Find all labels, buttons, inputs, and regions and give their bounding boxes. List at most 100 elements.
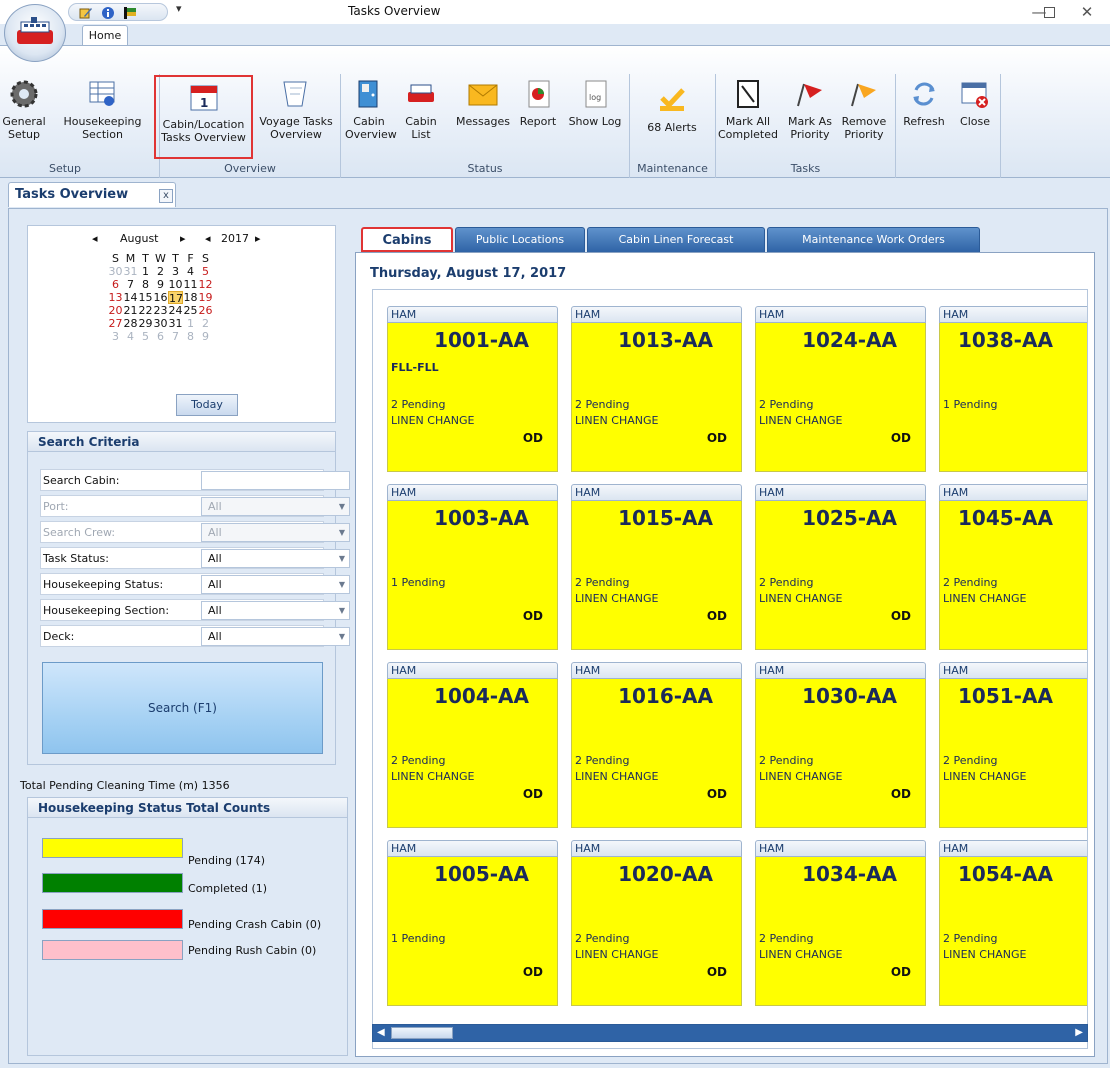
cabin-card[interactable]: HAM 1030-AA 2 Pending LINEN CHANGE OD — [755, 662, 926, 828]
calendar-day[interactable]: 3 — [108, 330, 123, 343]
refresh-button[interactable]: Refresh — [900, 78, 948, 128]
calendar-day[interactable]: 9 — [153, 278, 168, 291]
cabin-card[interactable]: HAM 1005-AA 1 Pending OD — [387, 840, 558, 1006]
calendar-day[interactable]: 9 — [198, 330, 213, 343]
calendar-day[interactable]: 7 — [168, 330, 183, 343]
calendar-day-selected[interactable]: 17 — [168, 291, 183, 305]
messages-button[interactable]: Messages — [453, 78, 513, 128]
calendar-day[interactable]: 28 — [123, 317, 138, 330]
calendar-day[interactable]: 29 — [138, 317, 153, 330]
calendar-day[interactable]: 6 — [153, 330, 168, 343]
close-window-button[interactable]: ✕ — [1064, 0, 1110, 24]
cabin-card[interactable]: HAM 1003-AA 1 Pending OD — [387, 484, 558, 650]
calendar-day[interactable]: 2 — [153, 265, 168, 278]
tab-tasks-overview[interactable]: Tasks Overview x — [8, 182, 176, 207]
calendar-day[interactable]: 30 — [153, 317, 168, 330]
cabin-card[interactable]: HAM 1020-AA 2 Pending LINEN CHANGE OD — [571, 840, 742, 1006]
calendar-day[interactable]: 1 — [183, 317, 198, 330]
prev-month-icon[interactable]: ◂ — [92, 232, 98, 245]
calendar-day[interactable]: 14 — [123, 291, 138, 304]
calendar-day[interactable]: 15 — [138, 291, 153, 304]
calendar-day[interactable]: 5 — [198, 265, 213, 278]
scrollbar-thumb[interactable] — [391, 1027, 453, 1039]
general-setup-button[interactable]: General Setup — [0, 78, 48, 141]
calendar-day[interactable]: 3 — [168, 265, 183, 278]
calendar-day[interactable]: 21 — [123, 304, 138, 317]
cabin-overview-button[interactable]: Cabin Overview — [345, 78, 397, 141]
calendar-day[interactable]: 26 — [198, 304, 213, 317]
calendar-day[interactable]: 5 — [138, 330, 153, 343]
calendar-day[interactable]: 23 — [153, 304, 168, 317]
cabin-card[interactable]: HAM 1004-AA 2 Pending LINEN CHANGE OD — [387, 662, 558, 828]
close-button[interactable]: Close — [952, 78, 998, 128]
report-button[interactable]: Report — [514, 78, 562, 128]
cabin-card[interactable]: HAM 1016-AA 2 Pending LINEN CHANGE OD — [571, 662, 742, 828]
edit-icon[interactable] — [79, 6, 93, 20]
calendar-day[interactable]: 8 — [183, 330, 198, 343]
app-menu-button[interactable] — [4, 4, 66, 62]
tab-home[interactable]: Home — [82, 25, 128, 47]
calendar-day[interactable]: 2 — [198, 317, 213, 330]
voyage-tasks-overview-button[interactable]: Voyage Tasks Overview — [256, 78, 336, 141]
cabin-list-button[interactable]: Cabin List — [401, 78, 441, 141]
cabin-location-tasks-overview-button[interactable]: 1 Cabin/Location Tasks Overview — [154, 75, 253, 159]
search-cabin-input[interactable] — [201, 471, 350, 490]
alerts-button[interactable]: 68 Alerts — [638, 84, 706, 134]
cabin-card[interactable]: HAM 1034-AA 2 Pending LINEN CHANGE OD — [755, 840, 926, 1006]
cabin-card[interactable]: HAM 1045-AA 2 Pending LINEN CHANGE — [939, 484, 1087, 650]
next-month-icon[interactable]: ▸ — [180, 232, 186, 245]
next-year-icon[interactable]: ▸ — [255, 232, 261, 245]
tab-close-icon[interactable]: x — [159, 189, 173, 203]
calendar-day[interactable]: 7 — [123, 278, 138, 291]
calendar-day[interactable]: 11 — [183, 278, 198, 291]
task-status-select[interactable]: All ▼ — [201, 549, 350, 568]
calendar-day[interactable]: 10 — [168, 278, 183, 291]
calendar-day[interactable]: 22 — [138, 304, 153, 317]
tab-maintenance-work-orders[interactable]: Maintenance Work Orders — [767, 227, 980, 252]
deck-select[interactable]: All ▼ — [201, 627, 350, 646]
calendar-day[interactable]: 13 — [108, 291, 123, 304]
housekeeping-status-select[interactable]: All ▼ — [201, 575, 350, 594]
cabin-card[interactable]: HAM 1025-AA 2 Pending LINEN CHANGE OD — [755, 484, 926, 650]
cabin-card[interactable]: HAM 1054-AA 2 Pending LINEN CHANGE — [939, 840, 1087, 1006]
calendar-day[interactable]: 30 — [108, 265, 123, 278]
today-button[interactable]: Today — [176, 394, 238, 416]
info-icon[interactable] — [101, 6, 115, 20]
calendar-day[interactable]: 27 — [108, 317, 123, 330]
cabin-card[interactable]: HAM 1013-AA 2 Pending LINEN CHANGE OD — [571, 306, 742, 472]
tab-cabin-linen-forecast[interactable]: Cabin Linen Forecast — [587, 227, 765, 252]
mark-as-priority-button[interactable]: Mark As Priority — [784, 78, 836, 141]
calendar-day[interactable]: 24 — [168, 304, 183, 317]
tab-cabins[interactable]: Cabins — [361, 227, 453, 252]
housekeeping-section-button[interactable]: Housekeeping Section — [50, 78, 155, 141]
cabin-card[interactable]: HAM 1038-AA 1 Pending — [939, 306, 1087, 472]
calendar-day[interactable]: 6 — [108, 278, 123, 291]
calendar-day[interactable]: 8 — [138, 278, 153, 291]
calendar-day[interactable]: 12 — [198, 278, 213, 291]
cabin-card[interactable]: HAM 1024-AA 2 Pending LINEN CHANGE OD — [755, 306, 926, 472]
calendar-day[interactable]: 4 — [183, 265, 198, 278]
flag-icon[interactable] — [123, 6, 137, 20]
calendar-day[interactable]: 16 — [153, 291, 168, 304]
calendar-day[interactable]: 18 — [183, 291, 198, 304]
search-button[interactable]: Search (F1) — [42, 662, 323, 754]
calendar-day[interactable]: 31 — [123, 265, 138, 278]
calendar-day[interactable]: 19 — [198, 291, 213, 304]
mark-all-completed-button[interactable]: Mark All Completed — [716, 78, 780, 141]
calendar-day[interactable]: 31 — [168, 317, 183, 330]
housekeeping-section-select[interactable]: All ▼ — [201, 601, 350, 620]
show-log-button[interactable]: log Show Log — [567, 78, 623, 128]
prev-year-icon[interactable]: ◂ — [205, 232, 211, 245]
tab-public-locations[interactable]: Public Locations — [455, 227, 585, 252]
horizontal-scrollbar[interactable]: ◀ ▶ — [372, 1024, 1088, 1042]
remove-priority-button[interactable]: Remove Priority — [838, 78, 890, 141]
cabin-card[interactable]: HAM 1001-AA FLL-FLL 2 Pending LINEN CHANGE OD — [387, 306, 558, 472]
calendar-day[interactable]: 1 — [138, 265, 153, 278]
calendar-day[interactable]: 4 — [123, 330, 138, 343]
port-select[interactable]: All ▼ — [201, 497, 350, 516]
calendar-day[interactable]: 25 — [183, 304, 198, 317]
scroll-left-icon[interactable]: ◀ — [377, 1027, 385, 1038]
calendar-day[interactable]: 20 — [108, 304, 123, 317]
cabin-card[interactable]: HAM 1051-AA 2 Pending LINEN CHANGE — [939, 662, 1087, 828]
scroll-right-icon[interactable]: ▶ — [1075, 1027, 1083, 1038]
